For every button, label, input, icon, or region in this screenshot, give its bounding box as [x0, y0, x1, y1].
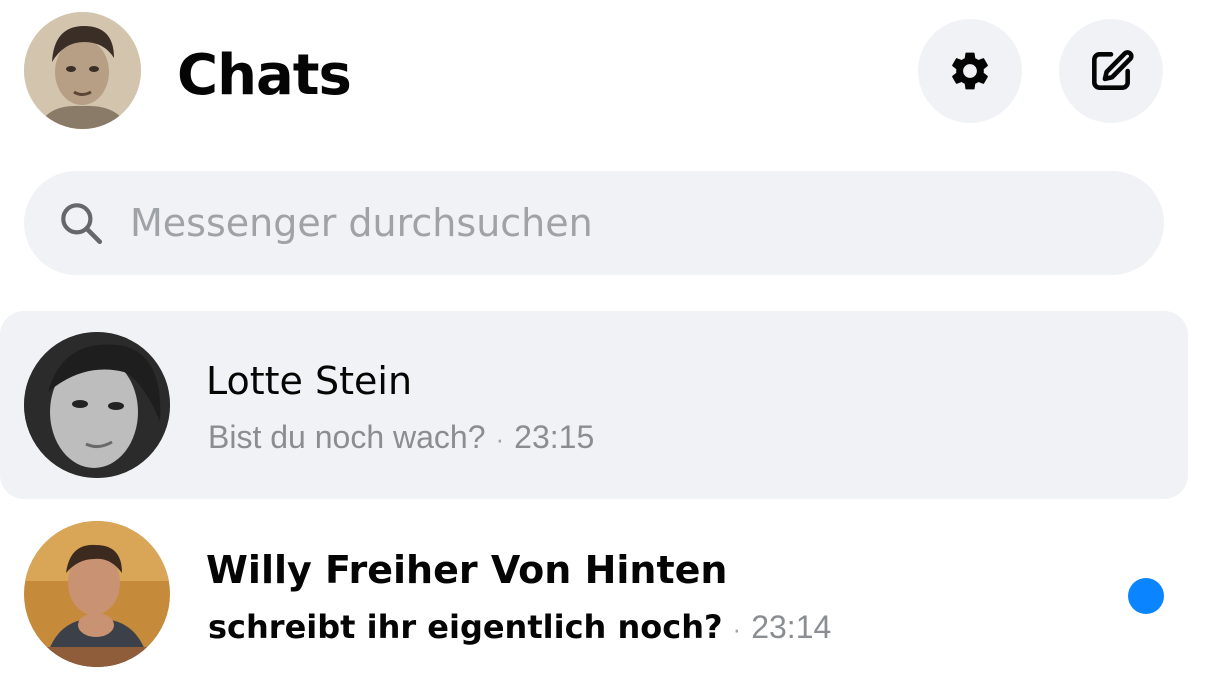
messenger-chats-panel: Chats Messenger durchsuchen Lotte Stein … [0, 0, 1206, 700]
chat-name: Lotte Stein [206, 359, 413, 403]
chat-preview: Bist du noch wach? · 23:15 [208, 419, 594, 456]
search-input[interactable] [130, 193, 1090, 253]
chat-preview: schreibt ihr eigentlich noch? · 23:14 [208, 608, 831, 646]
chat-item-willy-freiher-von-hinten[interactable]: Willy Freiher Von Hinten schreibt ihr ei… [0, 500, 1188, 688]
avatar [24, 332, 170, 478]
separator-dot: · [495, 424, 505, 454]
chat-timestamp: 23:15 [514, 419, 595, 455]
search-bar[interactable] [24, 171, 1164, 275]
avatar [24, 521, 170, 667]
page-title: Chats [177, 43, 352, 108]
profile-avatar[interactable] [24, 12, 141, 129]
chat-last-message: schreibt ihr eigentlich noch? [208, 608, 723, 646]
gear-icon [952, 52, 988, 90]
header: Chats [0, 0, 1206, 150]
compose-icon [1092, 50, 1134, 90]
settings-button[interactable] [918, 19, 1022, 123]
separator-dot: · [732, 614, 742, 644]
unread-indicator [1128, 578, 1164, 614]
profile-photo [24, 12, 141, 129]
search-icon [54, 196, 108, 250]
new-message-button[interactable] [1059, 19, 1163, 123]
chat-name: Willy Freiher Von Hinten [206, 548, 728, 592]
chat-timestamp: 23:14 [751, 609, 832, 645]
chat-item-lotte-stein[interactable]: Lotte Stein Bist du noch wach? · 23:15 [0, 311, 1188, 499]
chat-last-message: Bist du noch wach? [208, 419, 486, 455]
